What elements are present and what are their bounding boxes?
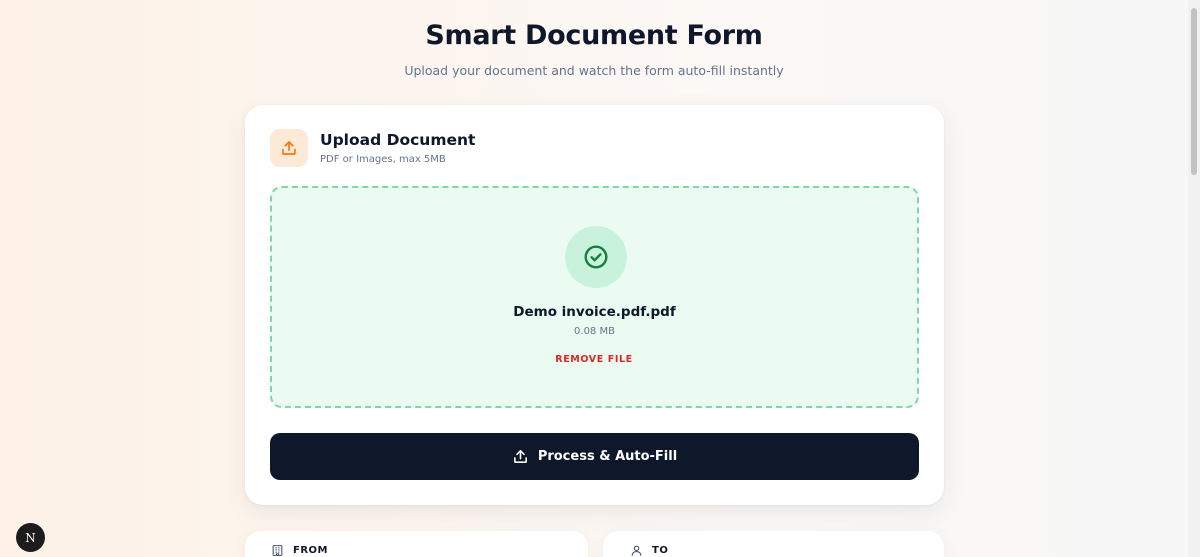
page-subtitle: Upload your document and watch the form … (404, 63, 784, 78)
from-section: FROM (245, 531, 588, 557)
upload-card: Upload Document PDF or Images, max 5MB D… (245, 105, 944, 505)
building-icon (271, 544, 284, 557)
upload-icon (270, 129, 308, 167)
page-title: Smart Document Form (425, 20, 763, 51)
upload-card-subtitle: PDF or Images, max 5MB (320, 154, 446, 165)
process-button-label: Process & Auto-Fill (537, 449, 678, 464)
check-circle-icon (565, 226, 627, 288)
user-icon (630, 544, 643, 557)
to-section-label: TO (652, 545, 669, 556)
remove-file-button[interactable]: REMOVE FILE (544, 354, 644, 365)
scrollbar-thumb[interactable] (1191, 8, 1197, 175)
upload-card-title: Upload Document (320, 131, 476, 149)
upload-icon (512, 448, 529, 465)
uploaded-file-size: 0.08 MB (574, 326, 615, 337)
page-scrollbar[interactable] (1188, 0, 1200, 557)
to-section: TO (603, 531, 944, 557)
process-autofill-button[interactable]: Process & Auto-Fill (270, 433, 919, 480)
uploaded-file-name: Demo invoice.pdf.pdf (513, 304, 676, 320)
from-section-label: FROM (293, 545, 328, 556)
file-dropzone[interactable]: Demo invoice.pdf.pdf 0.08 MB REMOVE FILE (270, 186, 919, 408)
dev-tools-badge[interactable]: N (16, 523, 45, 552)
